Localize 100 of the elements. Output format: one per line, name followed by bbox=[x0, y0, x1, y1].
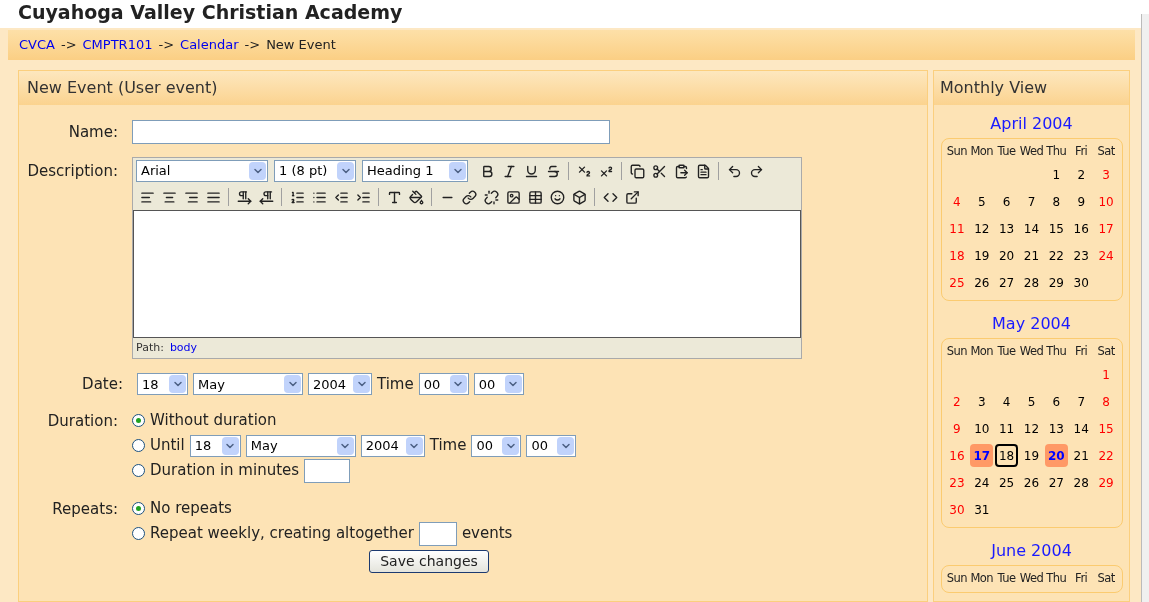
radio-button[interactable] bbox=[132, 439, 145, 452]
month-title[interactable]: June 2004 bbox=[991, 539, 1072, 563]
calendar-day[interactable]: 18 bbox=[995, 444, 1019, 467]
calendar-day[interactable]: 9 bbox=[1069, 190, 1093, 213]
breadcrumb-text: -> bbox=[244, 36, 261, 55]
weekday-header: Thu bbox=[1045, 343, 1068, 360]
calendar-day[interactable]: 27 bbox=[995, 271, 1019, 294]
panel-title: Monthly View bbox=[940, 77, 1048, 99]
breadcrumb-text: -> bbox=[158, 36, 175, 55]
calendar-day[interactable]: 13 bbox=[995, 217, 1019, 240]
calendar-day[interactable]: 27 bbox=[1044, 471, 1068, 494]
breadcrumb-link[interactable]: Calendar bbox=[180, 35, 239, 55]
calendar-day[interactable]: 8 bbox=[1044, 190, 1068, 213]
calendar-day[interactable]: 12 bbox=[970, 217, 994, 240]
calendar-day[interactable]: 7 bbox=[1020, 190, 1043, 213]
calendar-day[interactable]: 19 bbox=[970, 244, 994, 267]
weekday-header: Sat bbox=[1096, 343, 1116, 360]
calendar-day[interactable]: 26 bbox=[970, 271, 994, 294]
calendar-day[interactable]: 1 bbox=[1044, 163, 1068, 186]
calendar-day[interactable]: 31 bbox=[970, 498, 994, 521]
calendar-day[interactable]: 23 bbox=[1069, 244, 1093, 267]
calendar-day[interactable]: 29 bbox=[1044, 271, 1068, 294]
calendar-day[interactable]: 14 bbox=[1020, 217, 1043, 240]
calendar-day[interactable]: 28 bbox=[1069, 471, 1093, 494]
calendar-day[interactable]: 5 bbox=[970, 190, 994, 213]
month-title[interactable]: May 2004 bbox=[992, 312, 1071, 336]
size-dropdown[interactable]: 1 (8 pt) bbox=[274, 160, 356, 182]
font-dropdown[interactable]: Arial bbox=[136, 160, 268, 182]
calendar-day[interactable]: 21 bbox=[1020, 244, 1043, 267]
calendar-day[interactable]: 28 bbox=[1020, 271, 1043, 294]
weekday-header: Wed bbox=[1019, 343, 1044, 360]
calendar-day[interactable]: 25 bbox=[995, 471, 1019, 494]
minute-dropdown[interactable]: 00 bbox=[473, 373, 524, 396]
site-title: Cuyahoga Valley Christian Academy bbox=[18, 1, 403, 23]
hour-dropdown[interactable]: 00 bbox=[471, 434, 522, 457]
path-link[interactable]: body bbox=[169, 339, 198, 357]
weekday-header: Tue bbox=[996, 143, 1017, 160]
calendar-day[interactable]: 4 bbox=[995, 390, 1019, 413]
calendar-day[interactable]: 30 bbox=[1069, 271, 1093, 294]
calendar-day[interactable]: 19 bbox=[1020, 444, 1043, 467]
option-label: No repeats bbox=[150, 498, 232, 520]
year-dropdown[interactable]: 2004 bbox=[308, 373, 372, 396]
calendar-day[interactable]: 13 bbox=[1044, 417, 1068, 440]
calendar-day[interactable]: 20 bbox=[995, 244, 1019, 267]
option-label: Repeat weekly, creating altogether bbox=[150, 523, 414, 545]
breadcrumb-link[interactable]: CMPTR101 bbox=[82, 35, 153, 55]
calendar-day[interactable]: 2 bbox=[1069, 163, 1093, 186]
field-label: Repeats: bbox=[51, 498, 119, 520]
weekday-header: Sat bbox=[1096, 570, 1116, 587]
weekday-header: Mon bbox=[969, 143, 995, 160]
calendar-day[interactable]: 26 bbox=[1020, 471, 1043, 494]
weekday-header: Wed bbox=[1019, 143, 1044, 160]
month-dropdown[interactable]: May bbox=[245, 434, 356, 457]
radio-button[interactable] bbox=[132, 502, 145, 515]
year-dropdown[interactable]: 2004 bbox=[360, 434, 425, 457]
calendar-day[interactable]: 7 bbox=[1069, 390, 1093, 413]
minutes-input[interactable] bbox=[304, 458, 351, 483]
calendar-day[interactable]: 3 bbox=[970, 390, 994, 413]
weekday-header: Fri bbox=[1074, 570, 1089, 587]
month-title[interactable]: April 2004 bbox=[990, 112, 1073, 136]
calendar-day[interactable]: 6 bbox=[1044, 390, 1068, 413]
calendar-day[interactable]: 10 bbox=[970, 417, 994, 440]
calendar-day[interactable]: 6 bbox=[995, 190, 1019, 213]
day-dropdown[interactable]: 18 bbox=[137, 373, 188, 396]
save-button[interactable]: Save changes bbox=[369, 549, 489, 573]
calendar-day[interactable]: 17 bbox=[970, 444, 994, 467]
calendar-day[interactable]: 24 bbox=[970, 471, 994, 494]
calendar-day[interactable]: 21 bbox=[1069, 444, 1093, 467]
weekday-header: Sun bbox=[945, 343, 969, 360]
weekday-header: Tue bbox=[996, 343, 1017, 360]
name-input[interactable] bbox=[132, 120, 610, 144]
field-label: Description: bbox=[26, 161, 119, 182]
radio-button[interactable] bbox=[132, 527, 145, 540]
weekday-header: Mon bbox=[969, 343, 995, 360]
scrollbar[interactable] bbox=[1141, 14, 1149, 602]
format-dropdown[interactable]: Heading 1 bbox=[362, 160, 468, 182]
weekday-header: Wed bbox=[1019, 570, 1044, 587]
calendar-day[interactable]: 12 bbox=[1020, 417, 1043, 440]
breadcrumb-link[interactable]: CVCA bbox=[19, 35, 55, 55]
breadcrumb-text: -> bbox=[60, 36, 77, 55]
calendar-day[interactable]: 20 bbox=[1044, 444, 1068, 467]
count-input[interactable] bbox=[418, 521, 457, 546]
weekday-header: Sat bbox=[1096, 143, 1116, 160]
month-dropdown[interactable]: May bbox=[193, 373, 303, 396]
calendar-day[interactable]: 15 bbox=[1044, 217, 1068, 240]
minute-dropdown[interactable]: 00 bbox=[526, 434, 577, 457]
weekday-header: Fri bbox=[1074, 143, 1089, 160]
calendar-day[interactable]: 22 bbox=[1044, 244, 1068, 267]
calendar-day[interactable]: 11 bbox=[995, 417, 1019, 440]
calendar-day[interactable]: 14 bbox=[1069, 417, 1093, 440]
path-label: Path: bbox=[136, 339, 164, 356]
day-dropdown[interactable]: 18 bbox=[189, 434, 241, 457]
hour-dropdown[interactable]: 00 bbox=[418, 373, 469, 396]
field-label: Duration: bbox=[46, 410, 119, 432]
calendar-day[interactable]: 16 bbox=[1069, 217, 1093, 240]
radio-button[interactable] bbox=[132, 414, 145, 427]
field-label: Date: bbox=[81, 374, 124, 395]
calendar-day[interactable]: 5 bbox=[1020, 390, 1043, 413]
radio-button[interactable] bbox=[132, 464, 145, 477]
weekday-header: Sun bbox=[945, 570, 969, 587]
